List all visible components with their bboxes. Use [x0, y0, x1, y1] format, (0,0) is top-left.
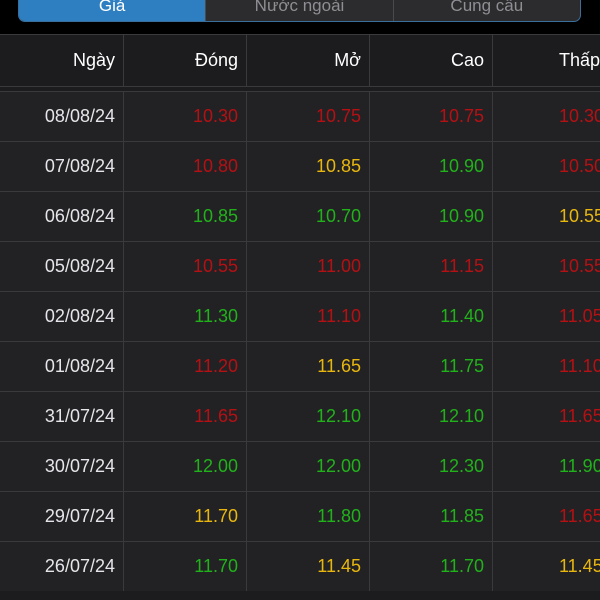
table-row[interactable]: 30/07/24 12.00 12.00 12.30 11.90	[0, 441, 600, 491]
date-cell: 08/08/24	[44, 106, 115, 126]
high-price-cell: 11.85	[369, 492, 492, 541]
close-price-cell: 11.20	[123, 342, 246, 391]
table-header-row: Ngày Đóng Mở Cao Thấp	[0, 34, 600, 86]
low-price-cell: 10.30	[492, 92, 600, 141]
high-price-cell: 11.70	[369, 542, 492, 591]
table-row[interactable]: 01/08/24 11.20 11.65 11.75 11.10	[0, 341, 600, 391]
low-price-cell: 10.55	[492, 242, 600, 291]
high-price-cell: 11.40	[369, 292, 492, 341]
date-cell: 05/08/24	[44, 256, 115, 276]
tab-1[interactable]: Nước ngoài	[205, 0, 392, 21]
close-price-cell: 10.30	[123, 92, 246, 141]
low-price-cell: 11.10	[492, 342, 600, 391]
table-row[interactable]: 26/07/24 11.70 11.45 11.70 11.45	[0, 541, 600, 591]
open-price-cell: 10.75	[246, 92, 369, 141]
open-price-cell: 12.00	[246, 442, 369, 491]
tab-0[interactable]: Giá	[19, 0, 206, 21]
open-price-cell: 11.45	[246, 542, 369, 591]
open-price-cell: 11.65	[246, 342, 369, 391]
header-open[interactable]: Mở	[246, 35, 369, 86]
date-cell: 29/07/24	[44, 506, 115, 526]
low-price-cell: 10.50	[492, 142, 600, 191]
high-price-cell: 10.90	[369, 192, 492, 241]
date-cell: 31/07/24	[44, 406, 115, 426]
table-row[interactable]: 05/08/24 10.55 11.00 11.15 10.55	[0, 241, 600, 291]
close-price-cell: 10.55	[123, 242, 246, 291]
table-body: 08/08/24 10.30 10.75 10.75 10.30 07/08/24 10.8…	[0, 91, 600, 591]
table-row[interactable]: 29/07/24 11.70 11.80 11.85 11.65	[0, 491, 600, 541]
header-close[interactable]: Đóng	[123, 35, 246, 86]
open-price-cell: 11.10	[246, 292, 369, 341]
price-history-table: Ngày Đóng Mở Cao Thấp 08/08/24 10.30 10.75 10.7…	[0, 34, 600, 600]
low-price-cell: 11.90	[492, 442, 600, 491]
table-row[interactable]: 08/08/24 10.30 10.75 10.75 10.30	[0, 91, 600, 141]
open-price-cell: 12.10	[246, 392, 369, 441]
low-price-cell: 10.55	[492, 192, 600, 241]
table-row[interactable]: 06/08/24 10.85 10.70 10.90 10.55	[0, 191, 600, 241]
header-low[interactable]: Thấp	[492, 35, 600, 86]
high-price-cell: 11.75	[369, 342, 492, 391]
close-price-cell: 11.70	[123, 492, 246, 541]
date-cell: 02/08/24	[44, 306, 115, 326]
high-price-cell: 10.90	[369, 142, 492, 191]
low-price-cell: 11.05	[492, 292, 600, 341]
table-row[interactable]: 02/08/24 11.30 11.10 11.40 11.05	[0, 291, 600, 341]
date-cell: 01/08/24	[44, 356, 115, 376]
high-price-cell: 12.30	[369, 442, 492, 491]
high-price-cell: 12.10	[369, 392, 492, 441]
high-price-cell: 10.75	[369, 92, 492, 141]
high-price-cell: 11.15	[369, 242, 492, 291]
tab-2[interactable]: Cung cầu	[392, 0, 580, 21]
table-row[interactable]: 07/08/24 10.80 10.85 10.90 10.50	[0, 141, 600, 191]
open-price-cell: 11.80	[246, 492, 369, 541]
open-price-cell: 10.70	[246, 192, 369, 241]
low-price-cell: 11.45	[492, 542, 600, 591]
date-cell: 30/07/24	[44, 456, 115, 476]
close-price-cell: 11.30	[123, 292, 246, 341]
segmented-control: Giá Nước ngoài Cung cầu	[18, 0, 581, 22]
header-high[interactable]: Cao	[369, 35, 492, 86]
close-price-cell: 11.65	[123, 392, 246, 441]
open-price-cell: 11.00	[246, 242, 369, 291]
close-price-cell: 12.00	[123, 442, 246, 491]
low-price-cell: 11.65	[492, 492, 600, 541]
close-price-cell: 10.80	[123, 142, 246, 191]
date-cell: 26/07/24	[44, 556, 115, 576]
low-price-cell: 11.65	[492, 392, 600, 441]
close-price-cell: 11.70	[123, 542, 246, 591]
close-price-cell: 10.85	[123, 192, 246, 241]
open-price-cell: 10.85	[246, 142, 369, 191]
table-row[interactable]: 31/07/24 11.65 12.10 12.10 11.65	[0, 391, 600, 441]
date-cell: 06/08/24	[44, 206, 115, 226]
header-date[interactable]: Ngày	[0, 35, 123, 86]
date-cell: 07/08/24	[44, 156, 115, 176]
